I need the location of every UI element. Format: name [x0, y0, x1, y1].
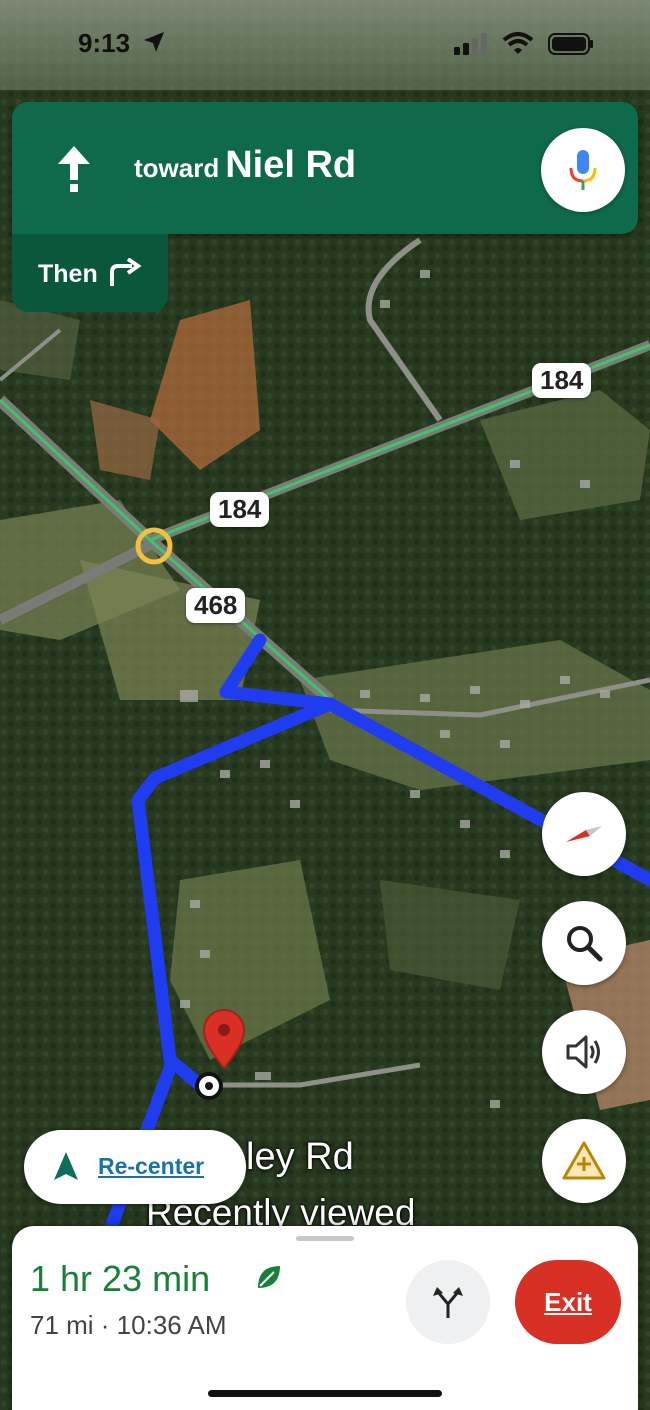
compass-icon	[566, 826, 602, 842]
voice-search-button[interactable]	[541, 128, 625, 212]
status-bar: 9:13	[0, 0, 650, 90]
trip-distance-eta: 71 mi · 10:36 AM	[30, 1310, 227, 1340]
compass-button[interactable]	[542, 792, 626, 876]
trip-summary-sheet[interactable]: 1 hr 23 min 71 mi · 10:36 AM Exit	[12, 1226, 638, 1410]
road-shield: 184	[210, 492, 270, 527]
location-arrow-icon	[144, 32, 164, 52]
then-label: Then	[38, 260, 98, 288]
wifi-icon	[502, 32, 534, 54]
trip-duration: 1 hr 23 min	[30, 1258, 211, 1299]
road-shield: 468	[186, 588, 246, 623]
volume-icon	[566, 1035, 600, 1069]
search-icon	[567, 926, 603, 962]
navigation-banner[interactable]: toward Niel Rd	[12, 102, 638, 234]
turn-right-icon	[110, 258, 142, 286]
search-button[interactable]	[542, 901, 626, 985]
maneuver-text: toward Niel Rd	[134, 144, 356, 187]
road-shield: 184	[532, 363, 592, 398]
status-time: 9:13	[78, 28, 131, 58]
sheet-handle[interactable]	[296, 1236, 354, 1241]
mute-button[interactable]	[542, 1010, 626, 1094]
signal-icon	[454, 33, 487, 55]
alternate-routes-button[interactable]	[406, 1260, 490, 1344]
recenter-label: Re-center	[98, 1153, 205, 1179]
home-indicator[interactable]	[208, 1390, 442, 1397]
straight-arrow-icon	[58, 146, 90, 192]
recenter-button[interactable]: Re-center	[24, 1130, 246, 1204]
then-banner[interactable]: Then	[12, 234, 168, 312]
report-incident-button[interactable]	[542, 1119, 626, 1203]
toward-label: toward	[134, 153, 220, 183]
mic-icon	[569, 150, 597, 190]
street-name: Niel Rd	[225, 144, 357, 186]
eco-leaf-icon	[258, 1266, 280, 1288]
alt-routes-icon	[433, 1287, 463, 1318]
report-icon	[562, 1141, 606, 1180]
navigation-arrow-icon	[54, 1152, 78, 1180]
place-label: ley Rd	[246, 1136, 354, 1178]
exit-navigation-button[interactable]: Exit	[515, 1260, 621, 1344]
battery-icon	[548, 33, 593, 55]
